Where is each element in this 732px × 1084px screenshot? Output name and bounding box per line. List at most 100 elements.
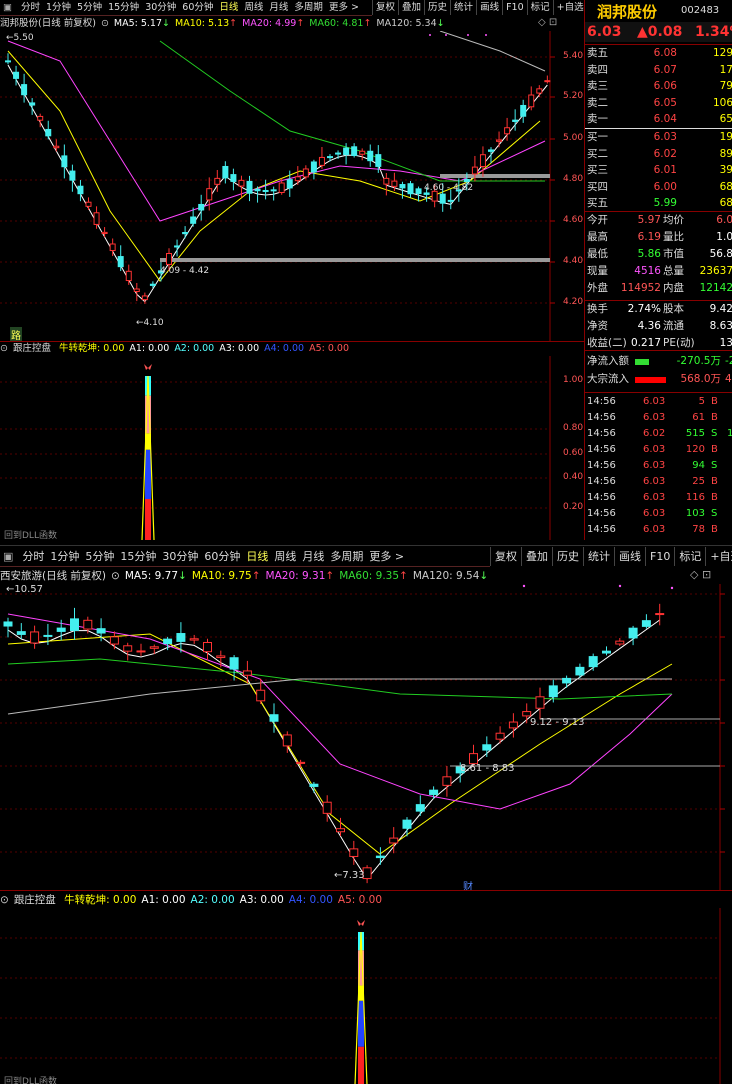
tab-top-9[interactable]: 多周期 <box>291 0 326 16</box>
candle-body <box>93 212 100 225</box>
tab-top-4[interactable]: 30分钟 <box>142 0 179 16</box>
toolbar-bottom-5[interactable]: F10 <box>645 547 674 566</box>
tick-row: 14:56 6.03 116 B <box>585 490 732 506</box>
candle-body <box>367 150 374 162</box>
tab-bottom-6[interactable]: 日线 <box>243 547 271 567</box>
tab-top-1[interactable]: 1分钟 <box>43 0 74 16</box>
candle-body <box>602 650 611 654</box>
tab-top-8[interactable]: 月线 <box>266 0 291 16</box>
toolbar-top-0[interactable]: 复权 <box>372 0 398 15</box>
toolbar-top-6[interactable]: 标记 <box>526 0 553 15</box>
tab-top-3[interactable]: 15分钟 <box>105 0 142 16</box>
tick-price: 6.02 <box>643 428 666 439</box>
tick-side: B <box>711 444 718 455</box>
tab-bottom-5[interactable]: 60分钟 <box>201 547 243 567</box>
quote-stock-name: 润邦股份 <box>597 3 658 21</box>
top-indicator-chart <box>0 356 551 540</box>
asks-row[interactable]: 卖五 6.08 129 <box>585 46 732 61</box>
candle-body <box>327 156 333 159</box>
bids-label: 买二 <box>587 147 608 160</box>
toolbar-bottom-1[interactable]: 叠加 <box>521 547 552 566</box>
tab-bottom-7[interactable]: 周线 <box>271 547 299 567</box>
candle-body <box>335 152 342 155</box>
ma-top-2: MA20: 4.99↑ <box>242 18 304 29</box>
toolbar-bottom-4[interactable]: 画线 <box>614 547 645 566</box>
indicator-settings-icon[interactable]: ⊙ <box>0 343 8 354</box>
bids-row[interactable]: 买二 6.02 89 <box>585 147 732 162</box>
indicator-value-top-2: A2: 0.00 <box>174 343 215 354</box>
candle-body <box>423 192 430 195</box>
bottom-indicator-separator <box>0 890 732 891</box>
candle-body <box>109 243 116 252</box>
bids-row[interactable]: 买一 6.03 19 <box>585 130 732 145</box>
candle-body <box>463 178 470 183</box>
bids-row[interactable]: 买四 6.00 68 <box>585 180 732 195</box>
bids-price: 6.02 <box>653 147 677 160</box>
toolbar-top-5[interactable]: F10 <box>502 0 527 15</box>
asks-row[interactable]: 卖一 6.04 65 <box>585 112 732 127</box>
tab-bottom-8[interactable]: 月线 <box>299 547 327 567</box>
indicator-settings-icon-2[interactable]: ⊙ <box>0 894 9 906</box>
settings-icon[interactable]: ⊙ <box>101 18 109 29</box>
tab-top-0[interactable]: 分时 <box>18 0 43 16</box>
stats-value: 4516 <box>634 265 661 277</box>
tab-menu-icon-2[interactable]: ▣ <box>0 547 16 567</box>
candle-body <box>269 714 279 722</box>
tab-top-2[interactable]: 5分钟 <box>74 0 105 16</box>
toolbar-top-7[interactable]: +自选 <box>552 0 587 15</box>
price-tick-0: 5.40 <box>563 51 584 61</box>
tab-top-5[interactable]: 60分钟 <box>179 0 216 16</box>
tick-volume: 25 <box>692 476 705 487</box>
candle-body <box>133 288 140 292</box>
bottom-period-tabs: ▣ 分时 1分钟 5分钟 15分钟 30分钟 60分钟 日线 周线 月线 多周期 更多 > <box>0 547 490 567</box>
tab-bottom-2[interactable]: 5分钟 <box>82 547 117 567</box>
quote-price-row: 6.03 ▲0.08 1.34% <box>585 22 732 42</box>
asks-row[interactable]: 卖三 6.06 79 <box>585 79 732 94</box>
bids-price: 5.99 <box>653 197 677 209</box>
asks-row[interactable]: 卖四 6.07 17 <box>585 63 732 78</box>
toolbar-top-4[interactable]: 画线 <box>476 0 502 15</box>
top-low-value: 4.10 <box>143 318 164 328</box>
ma-arrow: ↓ <box>178 570 187 582</box>
toolbar-top-3[interactable]: 统计 <box>450 0 476 15</box>
tab-bottom-0[interactable]: 分时 <box>19 547 47 567</box>
asks-price: 6.08 <box>653 47 677 59</box>
bids-row[interactable]: 买三 6.01 39 <box>585 163 732 178</box>
candle-body <box>254 188 261 192</box>
settings-icon-2[interactable]: ⊙ <box>111 570 120 582</box>
toolbar-bottom-2[interactable]: 历史 <box>552 547 583 566</box>
toolbar-bottom-0[interactable]: 复权 <box>490 547 521 566</box>
indicator-bar-segment <box>358 1046 364 1084</box>
toolbar-bottom-6[interactable]: 标记 <box>674 547 705 566</box>
tab-top-10[interactable]: 更多 > <box>326 0 362 16</box>
candle-body <box>96 628 106 634</box>
bids-row[interactable]: 买五 5.99 68 <box>585 196 732 211</box>
candle-body <box>16 631 26 635</box>
tab-bottom-9[interactable]: 多周期 <box>327 547 366 567</box>
tab-bottom-4[interactable]: 30分钟 <box>159 547 201 567</box>
tab-bottom-1[interactable]: 1分钟 <box>47 547 82 567</box>
quote-header: 润邦股份 002483 <box>585 0 732 22</box>
tab-bottom-3[interactable]: 15分钟 <box>117 547 159 567</box>
tab-top-6[interactable]: 日线 <box>216 0 241 16</box>
toolbar-top-2[interactable]: 历史 <box>424 0 450 15</box>
bottom-chart-close-icons[interactable]: ◇ ⊡ <box>690 568 711 581</box>
tab-top-7[interactable]: 周线 <box>241 0 266 16</box>
tick-volume: 94 <box>692 460 705 471</box>
tab-menu-icon[interactable]: ▣ <box>0 0 15 16</box>
tick-side: B <box>711 396 718 407</box>
price-tick-3: 4.80 <box>563 174 584 184</box>
ma-label: MA120: 9.54 <box>412 570 480 582</box>
candle-body <box>70 618 79 631</box>
tab-bottom-10[interactable]: 更多 > <box>366 547 407 567</box>
top-chart-close-icons[interactable]: ◇ ⊡ <box>538 17 557 28</box>
toolbar-bottom-3[interactable]: 统计 <box>583 547 614 566</box>
top-toolbar: 复权叠加历史统计画线F10标记+自选返回 <box>372 0 613 16</box>
toolbar-top-1[interactable]: 叠加 <box>398 0 424 15</box>
bids-price: 6.01 <box>653 164 677 176</box>
indicator-value-top-1: A1: 0.00 <box>129 343 170 354</box>
toolbar-bottom-7[interactable]: +自选 <box>705 547 732 566</box>
asks-row[interactable]: 卖二 6.05 106 <box>585 96 732 111</box>
candle-body <box>109 636 119 645</box>
tick-time: 14:56 <box>587 412 616 423</box>
